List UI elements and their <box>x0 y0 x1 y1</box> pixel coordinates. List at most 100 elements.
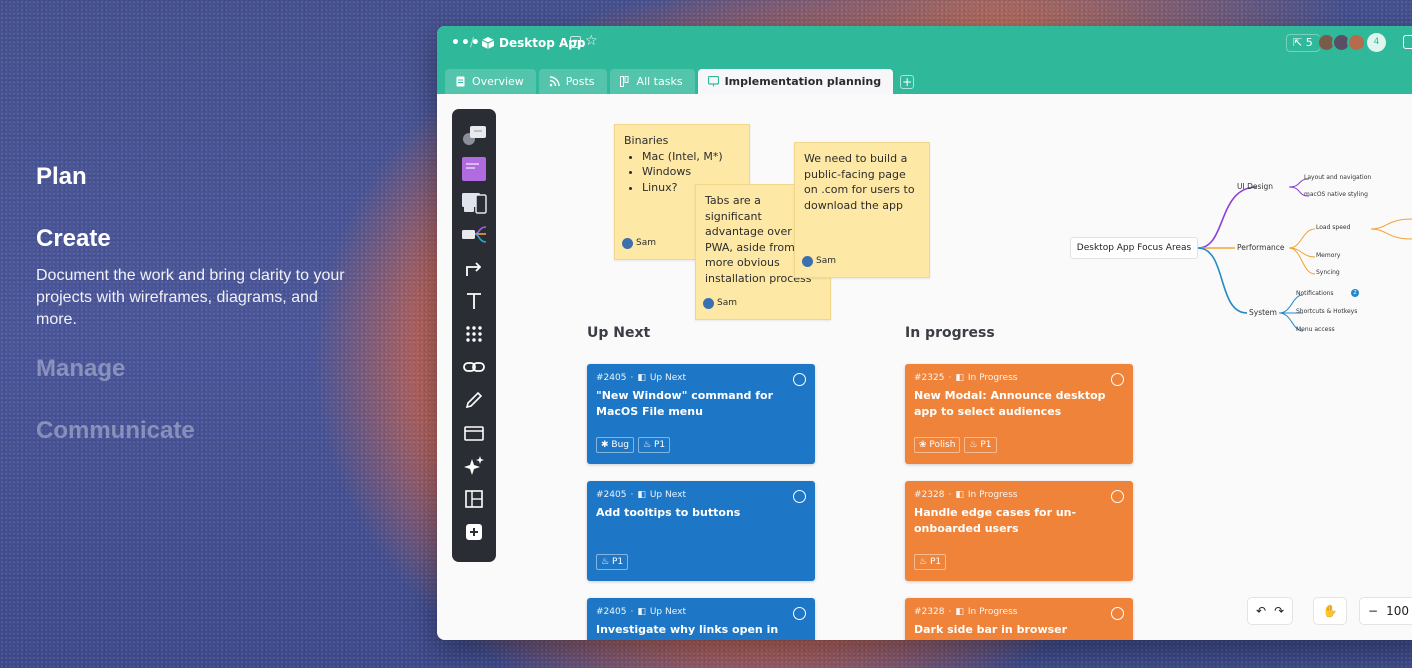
tag-priority[interactable]: ♨ P1 <box>638 437 671 453</box>
frame-tool[interactable] <box>452 416 496 449</box>
status-icon: ◧ <box>637 373 646 383</box>
whiteboard-canvas[interactable]: Binaries Mac (Intel, M*) Windows Linux? … <box>437 94 1412 640</box>
comment-shape-icon <box>463 125 486 145</box>
promo-communicate[interactable]: Communicate <box>36 417 195 445</box>
ai-tool[interactable] <box>452 449 496 482</box>
mindmap-node[interactable]: UI Design <box>1237 182 1273 191</box>
present-icon[interactable] <box>1403 35 1412 49</box>
tag-label: P1 <box>611 557 624 567</box>
task-card[interactable]: #2328 · ◧ In Progress Handle edge cases for… <box>905 481 1133 581</box>
chevron-down-icon[interactable]: ▾ <box>570 36 581 48</box>
member-avatars[interactable]: 4 <box>1317 33 1386 52</box>
sticky-note-tool[interactable] <box>452 152 496 185</box>
mindmap-node[interactable]: Performance <box>1237 243 1285 252</box>
app-window: ••• / Desktop App ▾ ☆ ⇱ 5 4 Overview Pos… <box>437 26 1412 640</box>
avatar[interactable] <box>1347 33 1366 52</box>
text-tool[interactable] <box>452 284 496 317</box>
card-title: Investigate why links open in browser <box>596 623 779 640</box>
mindmap-root[interactable]: Desktop App Focus Areas <box>1070 237 1198 259</box>
share-count: 5 <box>1305 36 1313 49</box>
tab-label: Implementation planning <box>724 75 882 88</box>
template-tool[interactable] <box>452 482 496 515</box>
tag-priority[interactable]: ♨ P1 <box>596 554 629 570</box>
share-count-button[interactable]: ⇱ 5 <box>1286 34 1320 52</box>
zoom-level[interactable]: 100 <box>1386 604 1409 618</box>
extra-members-badge[interactable]: 4 <box>1367 33 1386 52</box>
card-id: #2325 <box>914 373 945 383</box>
mindmap-node[interactable]: macOS native styling <box>1304 191 1368 198</box>
tag-label: Bug <box>611 440 629 450</box>
wireframe-tool[interactable] <box>452 185 496 218</box>
column-heading-in-progress: In progress <box>905 325 995 341</box>
avatar <box>802 255 813 267</box>
tag-label: P1 <box>653 440 666 450</box>
add-tab-button[interactable]: + <box>900 75 915 89</box>
insert-tool[interactable] <box>452 515 496 548</box>
assignee-icon[interactable] <box>1111 490 1124 503</box>
pen-tool[interactable] <box>452 383 496 416</box>
tab-overview[interactable]: Overview <box>445 69 536 94</box>
task-card[interactable]: #2405 · ◧ Up Next Investigate why links ope… <box>587 598 815 640</box>
breadcrumb-separator: / <box>470 35 475 49</box>
sticky-note-icon <box>462 156 486 181</box>
card-status: In Progress <box>967 373 1018 383</box>
assignee-icon[interactable] <box>1111 607 1124 620</box>
promo-manage[interactable]: Manage <box>36 355 125 383</box>
assignee-icon[interactable] <box>1111 373 1124 386</box>
mindmap-node[interactable]: System <box>1249 308 1277 317</box>
assignee-icon[interactable] <box>793 373 806 386</box>
tab-implementation-planning[interactable]: Implementation planning <box>697 69 894 94</box>
mindmap-node[interactable]: Menu access <box>1296 326 1335 333</box>
tab-label: All tasks <box>636 75 683 88</box>
arrow-icon: ⇱ <box>1293 36 1306 49</box>
undo-redo-controls: ↶ ↷ <box>1247 597 1294 625</box>
mindmap-tool[interactable] <box>452 218 496 251</box>
task-card[interactable]: #2325 · ◧ In Progress New Modal: Announce d… <box>905 364 1133 464</box>
sticky-title: Binaries <box>624 134 669 147</box>
tag-priority[interactable]: ♨ P1 <box>914 554 947 570</box>
mindmap-node[interactable]: Syncing <box>1316 269 1340 276</box>
card-tags: ✱ Bug ♨ P1 <box>596 437 671 453</box>
comment-tool[interactable] <box>452 119 496 152</box>
mindmap-node[interactable]: Shortcuts & Hotkeys <box>1296 308 1357 315</box>
tab-all-tasks[interactable]: All tasks <box>609 69 695 94</box>
bug-icon: ✱ <box>601 440 612 450</box>
connector-tool[interactable] <box>452 251 496 284</box>
promo-create[interactable]: Create <box>36 225 111 253</box>
zoom-out-icon[interactable]: − <box>1368 604 1378 618</box>
link-tool[interactable] <box>452 350 496 383</box>
tag-polish[interactable]: ❀ Polish <box>914 437 961 453</box>
mindmap-node[interactable]: Layout and navigation <box>1304 174 1371 181</box>
tab-posts[interactable]: Posts <box>538 69 607 94</box>
mindmap-node[interactable]: Notifications <box>1296 290 1334 297</box>
assignee-icon[interactable] <box>793 607 806 620</box>
mindmap-node[interactable]: Memory <box>1316 252 1340 259</box>
sticky-note-public-page[interactable]: We need to build a public-facing page on… <box>794 142 930 278</box>
task-card[interactable]: #2405 · ◧ Up Next Add tooltips to buttons ♨… <box>587 481 815 581</box>
avatar <box>703 297 714 309</box>
card-status: In Progress <box>967 607 1018 617</box>
assignee-icon[interactable] <box>793 490 806 503</box>
card-id: #2405 <box>596 490 627 500</box>
sparkle-icon <box>464 455 484 475</box>
undo-icon[interactable]: ↶ <box>1256 604 1266 618</box>
more-menu-button[interactable]: ••• <box>451 35 481 51</box>
hand-tool-button[interactable]: ✋ <box>1313 597 1347 625</box>
mindmap-node[interactable]: Load speed <box>1316 224 1350 231</box>
sticky-author: Sam <box>703 296 737 312</box>
promo-plan[interactable]: Plan <box>36 163 87 191</box>
layout-icon <box>465 489 483 508</box>
task-card[interactable]: #2405 · ◧ Up Next "New Window" command for … <box>587 364 815 464</box>
tag-label: P1 <box>980 440 992 450</box>
avatar <box>622 237 633 249</box>
link-icon <box>463 361 485 372</box>
redo-icon[interactable]: ↷ <box>1274 604 1284 618</box>
card-tags: ♨ P1 <box>596 554 629 570</box>
tag-bug[interactable]: ✱ Bug <box>596 437 634 453</box>
tag-priority[interactable]: ♨ P1 <box>964 437 997 453</box>
shapes-tool[interactable] <box>452 317 496 350</box>
card-title: Dark side bar in browser <box>914 623 1068 636</box>
task-card[interactable]: #2328 · ◧ In Progress Dark side bar in brow… <box>905 598 1133 640</box>
star-icon[interactable]: ☆ <box>585 33 598 49</box>
card-status: Up Next <box>649 607 686 617</box>
